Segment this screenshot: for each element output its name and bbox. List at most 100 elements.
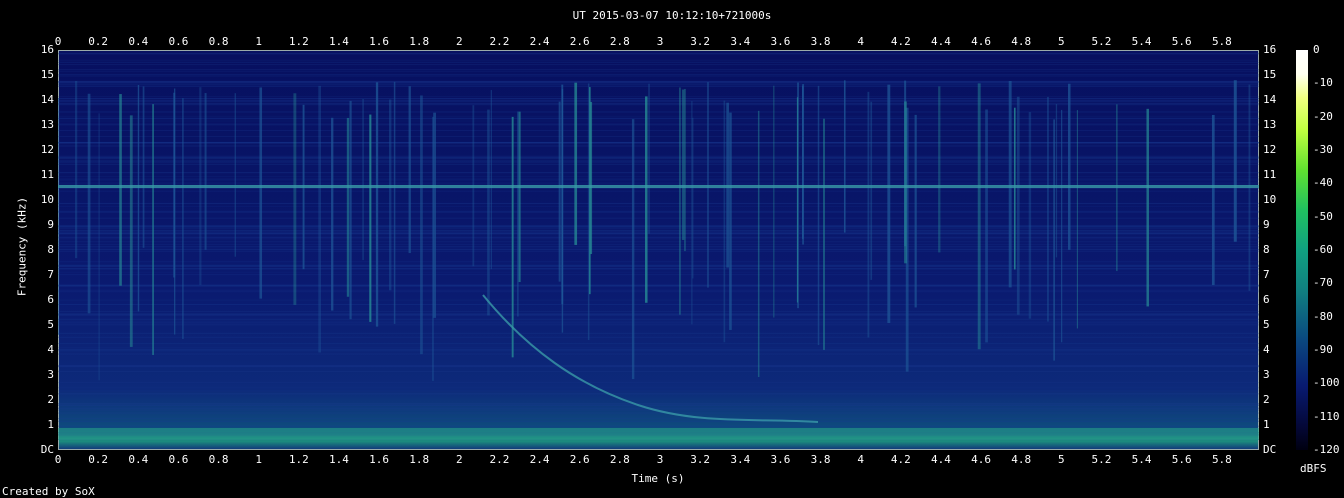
y-tick-label-right: 3 [1263,368,1270,381]
y-tick-label-left: DC [40,443,54,456]
noise-band [58,313,1259,315]
noise-band [58,210,1259,212]
x-tick-label-top: 2.8 [609,35,630,48]
y-tick-label-right: 10 [1263,193,1277,206]
noise-band [58,178,1259,180]
noise-band [58,96,1259,98]
noise-band [58,61,1259,63]
noise-band [58,230,1259,232]
impulse-streak [589,87,591,295]
noise-band [58,228,1259,230]
noise-band [58,160,1259,162]
x-tick-label-top: 3.8 [810,35,831,48]
impulse-streak [1047,96,1049,322]
noise-band [58,243,1259,245]
noise-band [58,347,1259,349]
impulse-streak [843,80,846,233]
x-tick-label-top: 1.2 [288,35,309,48]
colorbar-tick-label: -120 [1313,443,1340,456]
impulse-streak [152,104,154,355]
impulse-streak [870,101,873,280]
noise-band [58,232,1259,234]
noise-band [58,103,1259,105]
noise-band [58,320,1259,322]
impulse-streak [75,80,78,259]
colorbar-tick-label: -10 [1313,76,1333,90]
noise-band [58,84,1259,86]
noise-band [58,53,1259,55]
noise-band [58,226,1259,228]
colorbar-tick-label: -20 [1313,109,1333,123]
impulse-streak [234,93,236,257]
y-tick-label-right: 15 [1263,68,1277,81]
y-tick-label-right: 12 [1263,143,1277,156]
noise-band [58,59,1259,61]
noise-band [58,145,1259,147]
x-tick-label-bottom: 5.8 [1211,453,1232,466]
noise-band [58,342,1259,344]
noise-band [58,238,1259,240]
impulse-streak [645,96,648,303]
y-tick-label-left: 10 [40,193,54,206]
noise-band [58,233,1259,235]
noise-band [58,130,1259,132]
x-tick-label-bottom: 3.6 [770,453,791,466]
noise-band [58,141,1259,143]
y-tick-label-left: 15 [40,68,54,81]
tone-line [58,185,1259,188]
impulse-streak [773,85,775,318]
y-tick-label-left: 11 [40,168,54,181]
y-tick-label-left: 13 [40,118,54,131]
impulse-streak [1028,112,1032,319]
noise-band [58,353,1259,355]
y-tick-label-right: 4 [1263,343,1270,356]
noise-band [58,310,1259,312]
x-tick-label-bottom: 3.8 [810,453,831,466]
impulse-streak [1076,110,1078,329]
noise-band [58,143,1259,145]
x-tick-label-bottom: 2.6 [569,453,590,466]
x-tick-label-top: 3 [656,35,664,48]
noise-band [58,157,1259,159]
colorbar-tick-label: -80 [1313,309,1333,323]
noise-band [58,115,1259,117]
impulse-streak [204,93,207,250]
impulse-streak [432,116,434,381]
impulse-streak [87,93,91,314]
impulse-streak [679,87,681,315]
impulse-streak [823,118,825,350]
x-tick-label-bottom: 4.8 [1011,453,1032,466]
x-tick-label-top: 1.8 [409,35,430,48]
noise-band [58,161,1259,163]
y-tick-label-left: 1 [47,418,54,431]
x-tick-label-top: 3.2 [690,35,711,48]
noise-band [58,249,1259,251]
impulse-streak [142,86,145,248]
impulse-streak [393,81,396,324]
noise-band [58,158,1259,160]
x-tick-label-bottom: 0 [54,453,62,466]
impulse-streak [129,115,133,347]
noise-band [58,123,1259,125]
noise-band [58,271,1259,273]
spectrogram-overlay [58,52,1259,441]
impulse-streak [369,114,372,322]
noise-band [58,407,1259,409]
noise-band [58,387,1259,389]
x-tick-label-top: 0.6 [168,35,189,48]
impulse-streak [346,117,350,297]
y-tick-label-left: 9 [47,218,54,231]
noise-band [58,75,1259,77]
colorbar-tick-label: -30 [1313,143,1333,156]
noise-band [58,80,1259,82]
noise-band [58,100,1259,102]
noise-band [58,206,1259,208]
impulse-streak [692,117,694,279]
y-tick-label-right: 6 [1263,293,1270,306]
x-tick-label-top: 2.2 [489,35,510,48]
impulse-streak [388,99,392,291]
y-tick-label-right: 13 [1263,118,1277,131]
impulse-streak [1053,119,1055,361]
y-tick-label-left: 5 [47,318,54,331]
colorbar-tick-label: -90 [1313,343,1333,356]
